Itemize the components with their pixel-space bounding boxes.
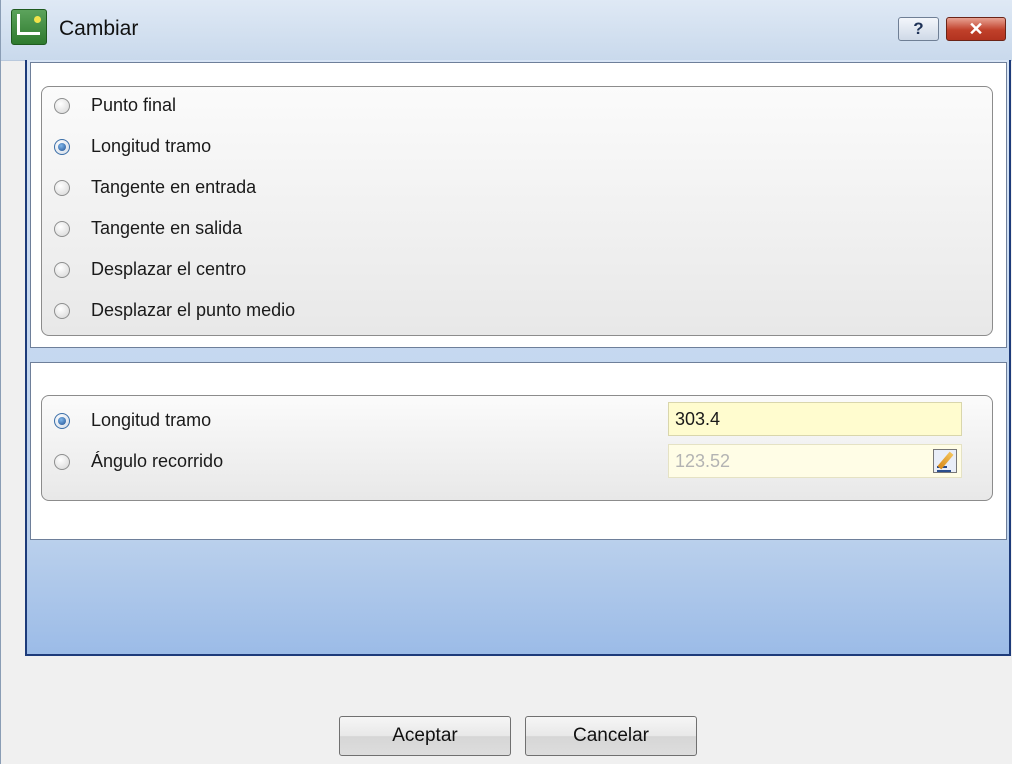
radio-button[interactable]: [54, 454, 70, 470]
radio-label: Longitud tramo: [91, 136, 212, 156]
radio-button[interactable]: [54, 413, 70, 429]
radio-button[interactable]: [54, 303, 70, 319]
radio-label: Longitud tramo: [91, 410, 212, 430]
parameter-group: Longitud tramo 303.4 Ángulo recorrido 12…: [41, 395, 993, 501]
angle-input: 123.52: [668, 444, 962, 478]
radio-label: Tangente en salida: [91, 218, 243, 238]
radio-label: Punto final: [91, 95, 177, 115]
angle-value: 123.52: [675, 451, 731, 471]
radio-label: Tangente en entrada: [91, 177, 257, 197]
mode-radio-group: Punto final Longitud tramo Tangente en e…: [41, 86, 993, 336]
radio-button[interactable]: [54, 139, 70, 155]
accept-button[interactable]: Aceptar: [339, 716, 511, 756]
cancel-button[interactable]: Cancelar: [525, 716, 697, 756]
radio-button[interactable]: [54, 98, 70, 114]
parameter-panel: Longitud tramo 303.4 Ángulo recorrido 12…: [30, 362, 1007, 540]
dialog-title: Cambiar: [59, 17, 139, 40]
mode-panel: Punto final Longitud tramo Tangente en e…: [30, 62, 1007, 348]
close-button[interactable]: ✕: [946, 17, 1006, 41]
radio-label: Ángulo recorrido: [91, 451, 224, 471]
radio-button[interactable]: [54, 221, 70, 237]
radio-button[interactable]: [54, 262, 70, 278]
radio-label: Desplazar el punto medio: [91, 300, 296, 320]
length-input[interactable]: 303.4: [668, 402, 962, 436]
radio-label: Desplazar el centro: [91, 259, 247, 279]
dialog-content: Punto final Longitud tramo Tangente en e…: [25, 60, 1011, 656]
edit-pencil-icon[interactable]: [933, 449, 957, 473]
radio-button[interactable]: [54, 180, 70, 196]
dialog-window: Cambiar ? ✕ Punto final Longitud tramo T…: [0, 0, 1012, 764]
app-icon: [11, 9, 47, 45]
help-button[interactable]: ?: [898, 17, 939, 41]
title-bar[interactable]: Cambiar ? ✕: [1, 0, 1012, 61]
